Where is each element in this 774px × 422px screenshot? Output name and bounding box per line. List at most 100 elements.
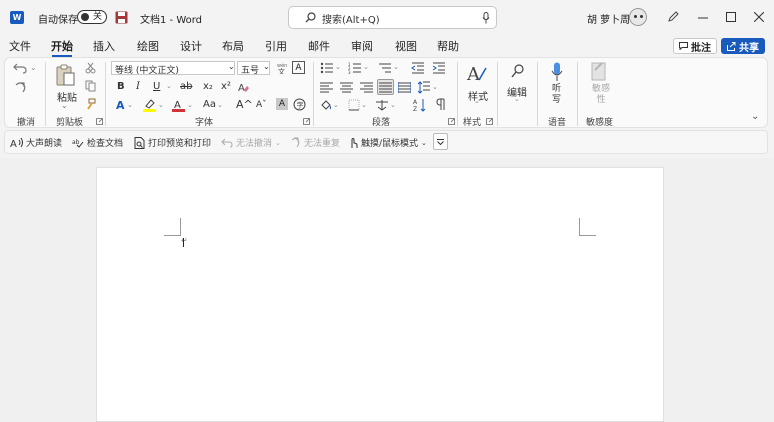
user-name[interactable]: 胡 萝卜周 xyxy=(587,11,630,26)
change-case-button[interactable]: Aa xyxy=(203,99,216,110)
multilevel-dropdown-icon[interactable]: ⌄ xyxy=(393,63,399,71)
styles-button[interactable]: A xyxy=(466,62,488,84)
undo-dropdown-icon: ⌄ xyxy=(275,138,281,147)
save-icon[interactable] xyxy=(115,11,128,24)
align-right-icon[interactable] xyxy=(360,82,373,93)
tab-references[interactable]: 引用 xyxy=(265,38,287,54)
line-spacing-icon[interactable] xyxy=(418,81,430,94)
multilevel-list-icon[interactable] xyxy=(378,62,392,74)
tab-layout[interactable]: 布局 xyxy=(222,38,244,54)
numbering-icon[interactable]: 123 xyxy=(348,62,362,74)
undo-qat-button[interactable]: 无法撤消 ⌄ xyxy=(221,136,281,149)
tab-help[interactable]: 帮助 xyxy=(437,38,459,54)
minimize-icon[interactable] xyxy=(698,17,708,19)
format-painter-icon[interactable] xyxy=(85,98,96,110)
numbering-dropdown-icon[interactable]: ⌄ xyxy=(363,63,369,71)
subscript-button[interactable]: x₂ xyxy=(203,81,213,92)
enclose-char-icon[interactable]: 字 xyxy=(293,98,306,111)
borders-icon[interactable] xyxy=(348,99,360,111)
touch-mouse-mode-button[interactable]: 触摸/鼠标模式 ⌄ xyxy=(348,136,427,149)
borders-dropdown-icon[interactable]: ⌄ xyxy=(361,101,367,109)
editing-dropdown-icon[interactable]: ⌄ xyxy=(514,95,520,103)
styles-dropdown-icon[interactable]: ⌄ xyxy=(474,97,480,105)
avatar[interactable] xyxy=(629,8,647,26)
customize-qat-button[interactable] xyxy=(433,133,448,150)
font-color-dropdown-icon[interactable]: ⌄ xyxy=(187,101,193,109)
strikethrough-button[interactable]: ab xyxy=(180,81,192,92)
tab-view[interactable]: 视图 xyxy=(395,38,417,54)
text-effects-button[interactable]: A xyxy=(116,99,125,112)
show-marks-icon[interactable] xyxy=(436,98,448,112)
tab-home[interactable]: 开始 xyxy=(51,38,73,54)
search-box[interactable]: 搜索(Alt+Q) xyxy=(288,6,497,29)
close-icon[interactable] xyxy=(754,12,764,22)
clear-formatting-icon[interactable]: A xyxy=(238,81,250,93)
launcher-icon[interactable] xyxy=(96,118,103,125)
tab-review[interactable]: 审阅 xyxy=(351,38,373,54)
sensitivity-icon[interactable] xyxy=(591,62,608,82)
check-document-button[interactable]: ab 检查文档 xyxy=(72,136,123,149)
highlighter-icon xyxy=(143,99,156,112)
tab-design[interactable]: 设计 xyxy=(180,38,202,54)
copy-icon[interactable] xyxy=(85,80,96,92)
change-case-dropdown-icon[interactable]: ⌄ xyxy=(217,101,223,109)
pen-icon[interactable] xyxy=(667,11,679,23)
highlight-dropdown-icon[interactable]: ⌄ xyxy=(158,101,164,109)
italic-button[interactable]: I xyxy=(136,81,140,92)
align-center-icon[interactable] xyxy=(340,82,353,93)
text-effects-dropdown-icon[interactable]: ⌄ xyxy=(127,101,133,109)
char-border-icon[interactable]: A xyxy=(292,61,305,74)
autosave-toggle[interactable]: 关 xyxy=(77,10,107,24)
align-left-icon[interactable] xyxy=(320,82,333,93)
phonetic-guide-icon[interactable]: wén文 xyxy=(276,62,288,74)
bullets-dropdown-icon[interactable]: ⌄ xyxy=(335,63,341,71)
document-page[interactable]: ↵ xyxy=(96,167,664,422)
tab-insert[interactable]: 插入 xyxy=(93,38,115,54)
underline-dropdown-icon[interactable]: ⌄ xyxy=(166,82,172,90)
find-icon[interactable] xyxy=(511,64,525,78)
highlight-button[interactable] xyxy=(143,98,156,112)
dictate-icon[interactable] xyxy=(551,62,563,82)
font-name-value: 等线 (中文正文) xyxy=(115,66,179,76)
tab-draw[interactable]: 绘图 xyxy=(137,38,159,54)
launcher-icon[interactable] xyxy=(448,118,455,125)
decrease-indent-icon[interactable] xyxy=(411,62,425,74)
undo-dropdown-icon[interactable]: ⌄ xyxy=(30,63,37,72)
asian-layout-dropdown-icon[interactable]: ⌄ xyxy=(390,101,396,109)
sort-icon[interactable]: AZ xyxy=(413,98,427,112)
shading-dropdown-icon[interactable]: ⌄ xyxy=(333,101,339,109)
justify-button[interactable] xyxy=(377,79,394,95)
tab-file[interactable]: 文件 xyxy=(9,38,31,54)
cut-icon[interactable] xyxy=(85,62,96,74)
print-preview-button[interactable]: 打印预览和打印 xyxy=(134,136,211,149)
distributed-icon[interactable] xyxy=(398,82,411,93)
font-size-select[interactable]: 五号 ⌄ xyxy=(237,61,270,76)
ribbon-collapse-chevron-icon[interactable]: ⌄ xyxy=(751,111,759,122)
asian-layout-icon[interactable] xyxy=(375,99,389,111)
font-name-select[interactable]: 等线 (中文正文) ⌄ xyxy=(111,61,235,76)
read-aloud-button[interactable]: A 大声朗读 xyxy=(10,136,62,149)
bold-button[interactable]: B xyxy=(117,81,125,92)
paste-dropdown-icon[interactable]: ⌄ xyxy=(61,101,68,110)
increase-indent-icon[interactable] xyxy=(432,62,446,74)
font-color-button[interactable]: A xyxy=(172,98,185,112)
char-shading-button[interactable]: A xyxy=(276,98,288,110)
bullets-icon[interactable] xyxy=(320,62,334,74)
redo-qat-button[interactable]: 无法重复 xyxy=(289,136,340,149)
superscript-button[interactable]: x² xyxy=(221,81,231,92)
tab-mailings[interactable]: 邮件 xyxy=(308,38,330,54)
comments-button[interactable]: 批注 xyxy=(673,38,717,54)
redo-icon[interactable] xyxy=(13,82,27,94)
launcher-icon[interactable] xyxy=(486,118,493,125)
share-button[interactable]: 共享 xyxy=(721,38,765,54)
paste-button[interactable] xyxy=(55,64,75,86)
undo-icon[interactable] xyxy=(13,62,27,74)
line-spacing-dropdown-icon[interactable]: ⌄ xyxy=(432,83,438,91)
underline-button[interactable]: U xyxy=(153,81,160,92)
shrink-font-button[interactable]: Aˇ xyxy=(256,100,267,110)
microphone-icon[interactable] xyxy=(482,12,490,24)
maximize-icon[interactable] xyxy=(726,12,736,22)
grow-font-button[interactable]: A^ xyxy=(236,98,253,111)
shading-icon[interactable] xyxy=(320,99,332,111)
launcher-icon[interactable] xyxy=(303,118,310,125)
